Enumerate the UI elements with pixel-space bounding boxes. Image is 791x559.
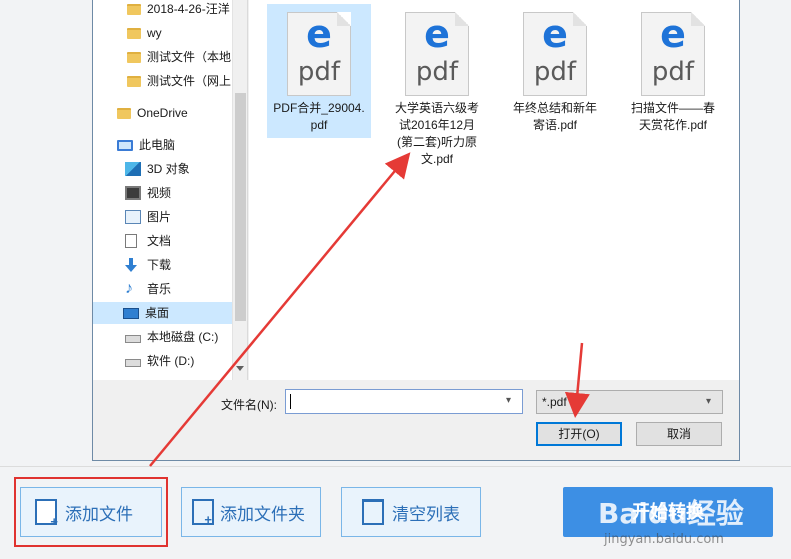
folder-icon — [127, 3, 141, 15]
drive-icon — [125, 335, 141, 343]
filename-combobox[interactable]: ▾ — [285, 389, 523, 414]
scroll-down-arrow-icon[interactable] — [236, 366, 244, 371]
filename-input[interactable] — [286, 390, 496, 412]
nav-item-onedrive[interactable]: OneDrive — [117, 102, 188, 124]
baidu-watermark: Baidu经验 jingyan.baidu.com — [598, 490, 791, 550]
add-folder-icon — [192, 499, 214, 527]
add-folder-button[interactable]: 添加文件夹 — [181, 487, 321, 537]
nav-item-folder[interactable]: 测试文件（本地 — [127, 46, 231, 68]
folder-icon — [127, 51, 141, 63]
drive-icon — [125, 359, 141, 367]
music-icon: ♪ — [125, 280, 133, 297]
folder-icon — [117, 107, 131, 119]
desktop-icon — [123, 307, 139, 319]
nav-item-downloads[interactable]: 下载 — [125, 254, 171, 276]
edge-logo-icon: e — [306, 12, 332, 56]
nav-item-folder[interactable]: 测试文件（网上 — [127, 70, 231, 92]
nav-item-drive-c[interactable]: 本地磁盘 (C:) — [125, 326, 218, 348]
edge-logo-icon: e — [424, 12, 450, 56]
text-caret — [290, 394, 291, 409]
nav-item-folder[interactable]: 2018-4-26-汪洋 — [127, 0, 230, 20]
nav-item-3d-objects[interactable]: 3D 对象 — [125, 158, 190, 180]
filetype-value: *.pdf — [542, 395, 567, 409]
open-button[interactable]: 打开(O) — [536, 422, 622, 446]
video-icon — [125, 186, 141, 200]
file-name: 年终总结和新年寄语.pdf — [512, 101, 597, 132]
file-name: 大学英语六级考试2016年12月(第二套)听力原文.pdf — [394, 101, 479, 166]
nav-item-pictures[interactable]: 图片 — [125, 206, 171, 228]
pdf-file-icon: e pdf — [641, 12, 705, 96]
trash-icon — [362, 499, 384, 525]
nav-item-folder[interactable]: wy — [127, 22, 162, 44]
watermark-url: jingyan.baidu.com — [604, 532, 724, 547]
file-name: PDF合并_29004.pdf — [273, 101, 365, 132]
computer-icon — [117, 139, 133, 151]
edge-logo-icon: e — [542, 12, 568, 56]
nav-item-documents[interactable]: 文档 — [125, 230, 171, 252]
folder-icon — [127, 75, 141, 87]
nav-item-desktop[interactable]: 桌面 — [93, 302, 232, 324]
download-icon — [125, 258, 137, 272]
documents-icon — [125, 234, 137, 248]
3d-objects-icon — [125, 162, 141, 176]
scrollbar-thumb[interactable] — [235, 93, 246, 321]
chevron-down-icon[interactable]: ▾ — [706, 396, 718, 408]
file-list: e pdf PDF合并_29004.pdf e pdf 大学英语六级考试2016年1… — [249, 0, 739, 380]
pdf-file-icon: e pdf — [287, 12, 351, 96]
file-item[interactable]: e pdf 扫描文件——春天赏花作.pdf — [621, 4, 725, 138]
chevron-down-icon[interactable]: ▾ — [506, 395, 518, 407]
pictures-icon — [125, 210, 141, 224]
watermark-logo: Baidu经验 — [598, 497, 744, 530]
file-item[interactable]: e pdf 大学英语六级考试2016年12月(第二套)听力原文.pdf — [385, 4, 489, 166]
pdf-file-icon: e pdf — [523, 12, 587, 96]
nav-scrollbar[interactable] — [233, 0, 248, 380]
filetype-select[interactable]: *.pdf ▾ — [536, 390, 723, 414]
nav-item-drive-d[interactable]: 软件 (D:) — [125, 350, 194, 372]
annotation-highlight-box — [14, 477, 168, 547]
nav-item-videos[interactable]: 视频 — [125, 182, 171, 204]
file-item[interactable]: e pdf PDF合并_29004.pdf — [267, 4, 371, 138]
folder-icon — [127, 27, 141, 39]
cancel-button[interactable]: 取消 — [636, 422, 722, 446]
filename-label: 文件名(N): — [221, 398, 277, 412]
pdf-file-icon: e pdf — [405, 12, 469, 96]
edge-logo-icon: e — [660, 12, 686, 56]
file-item[interactable]: e pdf 年终总结和新年寄语.pdf — [503, 4, 607, 138]
file-name: 扫描文件——春天赏花作.pdf — [630, 101, 715, 132]
navigation-pane: 2018-4-26-汪洋 wy 测试文件（本地 测试文件（网上 OneDrive… — [93, 0, 233, 380]
nav-item-this-pc[interactable]: 此电脑 — [117, 134, 175, 156]
nav-item-music[interactable]: ♪ 音乐 — [125, 278, 171, 300]
clear-list-button[interactable]: 清空列表 — [341, 487, 481, 537]
file-open-dialog: 2018-4-26-汪洋 wy 测试文件（本地 测试文件（网上 OneDrive… — [92, 0, 740, 461]
